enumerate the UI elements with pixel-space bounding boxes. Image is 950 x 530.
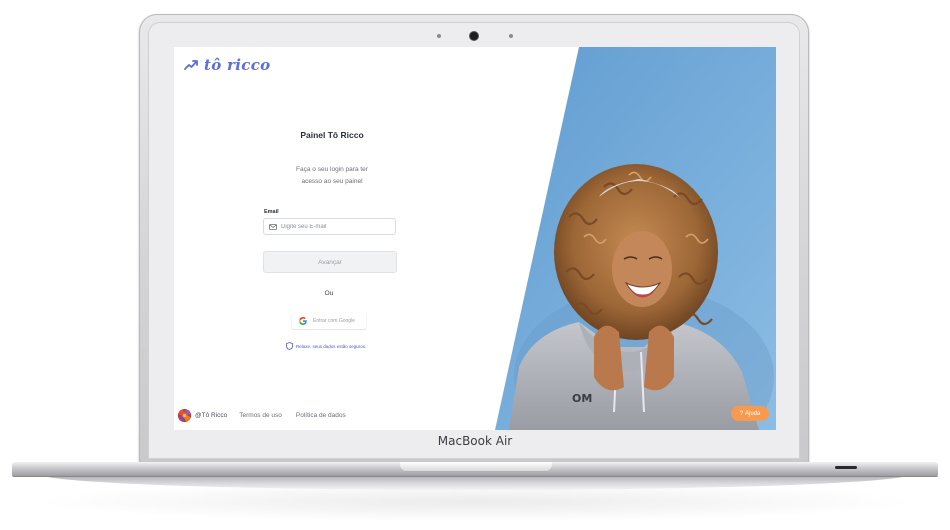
or-divider: Ou: [324, 290, 334, 297]
mail-icon: [269, 223, 277, 230]
svg-text:OM: OM: [572, 392, 592, 405]
subtitle-line-2: acesso ao seu painel: [301, 178, 363, 185]
trending-up-icon: [184, 60, 198, 70]
help-label: Ajuda: [744, 410, 761, 417]
advance-button[interactable]: Avançar: [263, 251, 397, 273]
question-icon: ?: [739, 410, 743, 417]
email-label: Email: [264, 209, 279, 215]
logo-text: tô ricco: [204, 56, 271, 74]
device-label: MacBook Air: [437, 434, 513, 448]
terms-link[interactable]: Termos de uso: [239, 412, 282, 419]
page-title: Painel Tô Ricco: [300, 130, 364, 140]
brand-logo[interactable]: tô ricco: [184, 56, 270, 74]
shield-icon: [286, 342, 293, 350]
laptop-port: [835, 466, 857, 469]
email-field[interactable]: [263, 218, 396, 235]
page-subtitle: Faça o seu login para ter acesso ao seu …: [262, 164, 402, 188]
google-icon: [299, 317, 307, 325]
tori-mascot-logo: [177, 408, 192, 423]
laptop-notch: [400, 462, 552, 472]
email-input[interactable]: [281, 223, 381, 230]
privacy-link[interactable]: Política de dados: [296, 412, 346, 419]
webcam-icon: [470, 32, 478, 40]
ambient-sensor-left: [437, 34, 441, 38]
security-text: Relaxe, seus dados estão seguros.: [296, 343, 367, 349]
footer-handle: @Tô Ricco: [195, 412, 228, 419]
security-notice: Relaxe, seus dados estão seguros.: [286, 342, 366, 350]
footer: @Tô Ricco Termos de uso Política de dado…: [177, 408, 346, 423]
screen: OM tô ricco Painel Tô Ricco Faça o seu l…: [174, 47, 776, 430]
help-button[interactable]: ? Ajuda: [731, 406, 769, 421]
google-signin-label: Entrar com Google: [313, 318, 355, 324]
subtitle-line-1: Faça o seu login para ter: [296, 166, 368, 173]
ambient-sensor-right: [509, 34, 513, 38]
hero-photo: OM: [495, 47, 776, 430]
google-signin-button[interactable]: Entrar com Google: [292, 313, 366, 329]
